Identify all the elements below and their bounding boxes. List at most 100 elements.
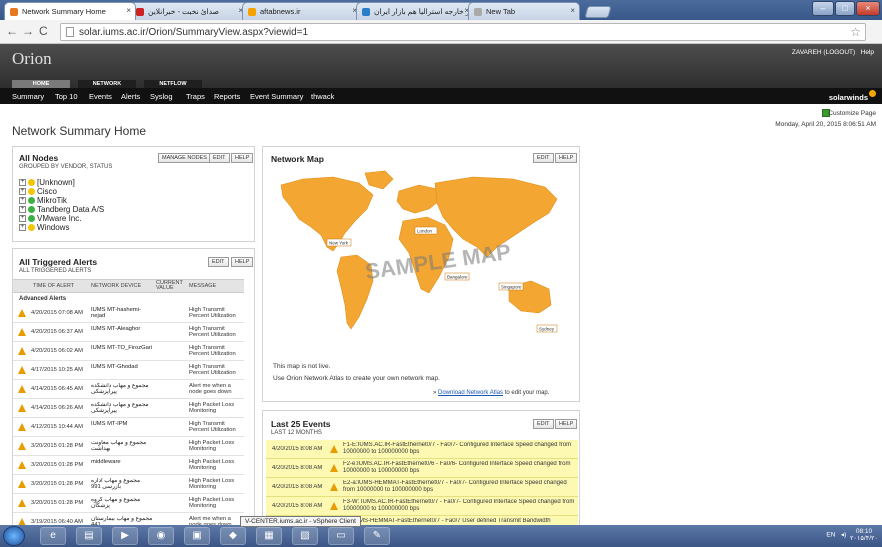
volume-icon[interactable]: ◂): [841, 532, 846, 539]
edit-button[interactable]: EDIT: [533, 419, 554, 429]
bookmark-star-icon[interactable]: ☆: [850, 25, 861, 39]
expand-icon[interactable]: +: [19, 215, 26, 223]
expand-icon[interactable]: +: [19, 188, 26, 196]
alert-device-link[interactable]: IUMS MT-IPM: [91, 421, 155, 434]
event-row[interactable]: 4/20/2015 8:08 AM F2-e:IUMS.AC.IR-FastEth…: [266, 459, 578, 478]
alert-row[interactable]: 4/20/2015 06:37 AM IUMS MT-Aleaghor High T…: [13, 323, 244, 342]
menu-traps[interactable]: Traps: [186, 92, 205, 101]
reload-icon[interactable]: C: [39, 24, 48, 38]
maximize-button[interactable]: □: [835, 1, 855, 16]
alert-device-link[interactable]: IUMS MT-hashemi-nejad: [91, 307, 155, 320]
tab-khabaronline[interactable]: صدائ نخبت - خبرانلاين ×: [130, 2, 248, 20]
file-explorer-icon[interactable]: ▤: [76, 527, 102, 545]
event-row[interactable]: 4/20/2015 8:08 AM F1-E:IUMS.AC.IR-FastEth…: [266, 440, 578, 459]
tab-network[interactable]: NETWORK: [78, 80, 136, 88]
media-player-icon[interactable]: ▶: [112, 527, 138, 545]
tab-network-summary[interactable]: Network Summary Home ×: [4, 2, 136, 20]
alert-device-link[interactable]: IUMS MT-TO_FirozGari: [91, 345, 155, 358]
minimize-button[interactable]: –: [812, 1, 834, 16]
help-button[interactable]: HELP: [555, 419, 578, 429]
edit-button[interactable]: EDIT: [209, 153, 230, 163]
column-header-device[interactable]: NETWORK DEVICE: [91, 283, 141, 289]
alert-row[interactable]: 4/20/2015 07:08 AM IUMS MT-hashemi-nejad H…: [13, 304, 244, 323]
manage-nodes-button[interactable]: MANAGE NODES: [158, 153, 211, 163]
menu-summary[interactable]: Summary: [12, 92, 44, 101]
language-indicator[interactable]: EN: [826, 532, 835, 539]
alert-row[interactable]: 3/20/2015 01:28 PM مجموع و مهاب معاونت به…: [13, 437, 244, 456]
alert-time: 4/12/2015 10:44 AM: [31, 424, 83, 430]
expand-icon[interactable]: +: [19, 197, 26, 205]
expand-icon[interactable]: +: [19, 224, 26, 232]
close-icon[interactable]: ×: [570, 6, 575, 15]
help-button[interactable]: HELP: [231, 257, 254, 267]
network-app-icon[interactable]: ◆: [220, 527, 246, 545]
menu-alerts[interactable]: Alerts: [121, 92, 140, 101]
edit-button[interactable]: EDIT: [208, 257, 229, 267]
tab-news-article[interactable]: وزير خارجه استراليا هم بازار ايران ×: [356, 2, 474, 20]
address-bar[interactable]: solar.iums.ac.ir/Orion/SummaryView.aspx?…: [60, 23, 866, 41]
node-group-tandberg[interactable]: + Tandberg Data A/S: [19, 205, 104, 214]
alert-device-link[interactable]: middleware: [91, 459, 155, 472]
alert-device-link[interactable]: مجموع و مهاب معاونت بهداشت: [91, 440, 155, 453]
alert-row[interactable]: 4/17/2015 10:25 AM IUMS MT-Ghodad High Tra…: [13, 361, 244, 380]
window-close-button[interactable]: ×: [856, 1, 880, 16]
alert-device-link[interactable]: مجموع و مهاب اداره بازرسی 991: [91, 478, 155, 491]
alert-row[interactable]: 4/14/2015 06:45 AM مجموع و مهاب دانشکده پ…: [13, 380, 244, 399]
logout-link[interactable]: ZAVAREH (LOGOUT): [792, 49, 855, 56]
pdf-reader-icon[interactable]: ▦: [256, 527, 282, 545]
node-group-mikrotik[interactable]: + MikroTik: [19, 196, 67, 205]
alert-row[interactable]: 4/12/2015 10:44 AM IUMS MT-IPM High Transm…: [13, 418, 244, 437]
menu-event-summary[interactable]: Event Summary: [250, 92, 303, 101]
help-button[interactable]: HELP: [231, 153, 254, 163]
customize-page-link[interactable]: Customize Page: [828, 110, 876, 117]
tab-netflow[interactable]: NETFLOW: [144, 80, 202, 88]
event-row[interactable]: 4/20/2015 8:08 AM F3-W: IUMS.AC.IR-FastEt…: [266, 497, 578, 516]
tab-home[interactable]: HOME: [12, 80, 70, 88]
screen-app-icon[interactable]: ▭: [328, 527, 354, 545]
node-group-windows[interactable]: + Windows: [19, 223, 69, 232]
download-network-atlas-link[interactable]: Download Network Atlas: [438, 390, 503, 396]
alert-row[interactable]: 4/20/2015 06:02 AM IUMS MT-TO_FirozGari Hi…: [13, 342, 244, 361]
tab-aftabnews[interactable]: aftabnews.ir ×: [242, 2, 362, 20]
alert-device-link[interactable]: مجموع و مهاب گروه پزشکان: [91, 497, 155, 510]
internet-explorer-icon[interactable]: e: [40, 527, 66, 545]
alert-device-link[interactable]: مجموع و مهاب دانشکده پیراپزشکی: [91, 402, 155, 415]
node-group-unknown[interactable]: + [Unknown]: [19, 178, 75, 187]
menu-top-10[interactable]: Top 10: [55, 92, 78, 101]
column-header-message[interactable]: MESSAGE: [189, 283, 216, 289]
event-row[interactable]: 4/20/2015 8:08 AM E2-a:IUMS-HEMMAT-FastEt…: [266, 478, 578, 497]
address-bar-text[interactable]: solar.iums.ac.ir/Orion/SummaryView.aspx?…: [79, 27, 308, 38]
alert-row[interactable]: 3/20/2015 01:28 PM middleware High Packet …: [13, 456, 244, 475]
column-header-time[interactable]: TIME OF ALERT: [33, 283, 74, 289]
alert-row[interactable]: 4/14/2015 06:26 AM مجموع و مهاب دانشکده پ…: [13, 399, 244, 418]
menu-events[interactable]: Events: [89, 92, 112, 101]
node-group-cisco[interactable]: + Cisco: [19, 187, 57, 196]
menu-thwack[interactable]: thwack: [311, 92, 334, 101]
alert-row[interactable]: 3/20/2015 01:28 PM مجموع و مهاب گروه پزشک…: [13, 494, 244, 513]
start-button-icon[interactable]: [3, 526, 25, 546]
expand-icon[interactable]: +: [19, 206, 26, 214]
expand-icon[interactable]: +: [19, 179, 26, 187]
tab-new-tab[interactable]: New Tab ×: [468, 2, 580, 20]
node-group-vmware[interactable]: + VMware Inc.: [19, 214, 81, 223]
alert-device-link[interactable]: IUMS MT-Ghodad: [91, 364, 155, 377]
paint-app-icon[interactable]: ✎: [364, 527, 390, 545]
orion-logo[interactable]: Orion: [12, 49, 52, 69]
status-dot-icon: [28, 215, 35, 223]
folder-app-icon[interactable]: ▧: [292, 527, 318, 545]
new-tab-button[interactable]: [584, 6, 612, 18]
tray-clock[interactable]: 08:10 ۲۰۱۵/۴/۲۰: [850, 528, 878, 542]
vsphere-client-icon[interactable]: ▣: [184, 527, 210, 545]
alert-device-link[interactable]: مجموع و مهاب دانشکده پیراپزشکی: [91, 383, 155, 396]
column-header-value[interactable]: CURRENT VALUE: [156, 280, 184, 291]
alert-device-link[interactable]: IUMS MT-Aleaghor: [91, 326, 155, 339]
city-label-london: London: [417, 229, 433, 234]
help-link[interactable]: Help: [861, 49, 874, 56]
menu-syslog[interactable]: Syslog: [150, 92, 173, 101]
alert-row[interactable]: 3/20/2015 01:28 PM مجموع و مهاب اداره باز…: [13, 475, 244, 494]
forward-arrow-icon[interactable]: →: [22, 24, 34, 38]
back-arrow-icon[interactable]: ←: [6, 24, 18, 38]
close-icon[interactable]: ×: [126, 6, 131, 15]
chrome-icon[interactable]: ◉: [148, 527, 174, 545]
menu-reports[interactable]: Reports: [214, 92, 240, 101]
